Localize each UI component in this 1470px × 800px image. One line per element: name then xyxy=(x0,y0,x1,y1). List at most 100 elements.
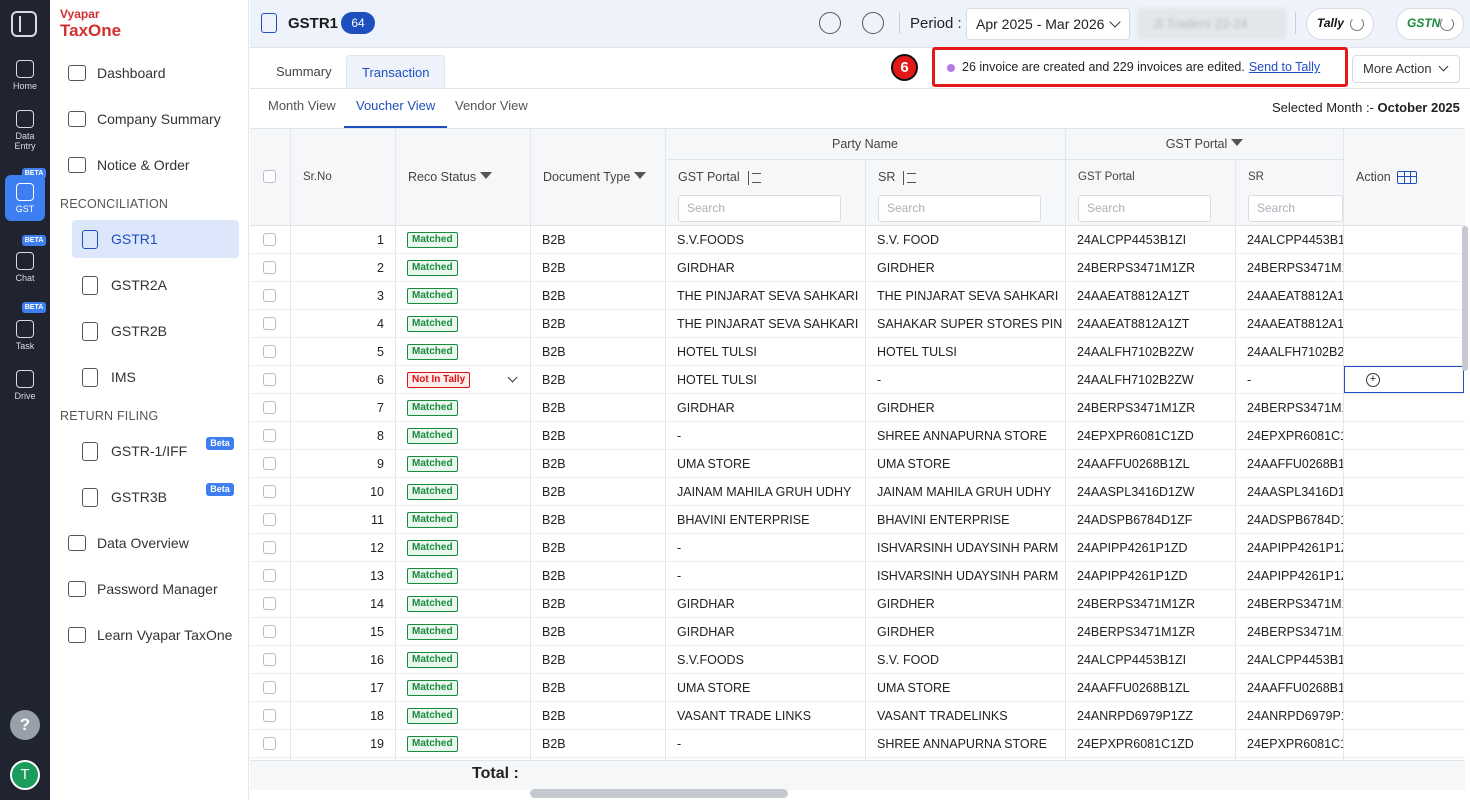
document-type-cell: B2B xyxy=(542,429,566,443)
party-portal-cell: GIRDHAR xyxy=(677,401,735,415)
add-icon[interactable]: + xyxy=(1366,373,1380,387)
sidebar-item-data-overview[interactable]: Data Overview xyxy=(68,532,189,554)
gstin-sr-cell: 24EPXPR6081C1ZD xyxy=(1247,737,1343,751)
sidebar-item-gstr2b[interactable]: GSTR2B xyxy=(72,312,239,350)
filter-icon[interactable] xyxy=(480,171,493,183)
table-row[interactable]: 4 Matched B2B THE PINJARAT SEVA SAHKARI SAHA… xyxy=(250,310,1465,338)
tab-voucher-view[interactable]: Voucher View xyxy=(344,98,448,128)
rail-data-entry[interactable]: Data Entry xyxy=(0,110,50,151)
row-checkbox[interactable] xyxy=(263,541,276,554)
sort-icon[interactable] xyxy=(747,170,761,185)
gstn-sync-button[interactable]: GSTN xyxy=(1396,8,1464,40)
row-checkbox[interactable] xyxy=(263,569,276,582)
row-checkbox[interactable] xyxy=(263,513,276,526)
table-row[interactable]: 14 Matched B2B GIRDHAR GIRDHER 24BERPS3471M1Z… xyxy=(250,590,1465,618)
row-checkbox[interactable] xyxy=(263,429,276,442)
rail-chat-beta-badge: BETA xyxy=(22,235,46,246)
logo-main: TaxOne xyxy=(60,21,122,40)
table-row[interactable]: 17 Matched B2B UMA STORE UMA STORE 24AAFFU026… xyxy=(250,674,1465,702)
row-checkbox[interactable] xyxy=(263,597,276,610)
table-row[interactable]: 1 Matched B2B S.V.FOODS S.V. FOOD 24ALCPP4453… xyxy=(250,226,1465,254)
sort-icon[interactable] xyxy=(903,170,917,185)
rail-task[interactable]: Task xyxy=(0,320,50,351)
row-checkbox[interactable] xyxy=(263,737,276,750)
sidebar-item-learn[interactable]: Learn Vyapar TaxOne xyxy=(68,624,232,646)
table-row[interactable]: 6 Not In Tally B2B HOTEL TULSI - 24AALFH7102B… xyxy=(250,366,1465,394)
rail-drive[interactable]: Drive xyxy=(0,370,50,401)
bell-icon[interactable] xyxy=(862,12,884,34)
sidebar-item-company-summary[interactable]: Company Summary xyxy=(68,108,221,130)
tab-vendor-view[interactable]: Vendor View xyxy=(443,98,540,128)
vertical-scrollbar[interactable] xyxy=(1462,226,1468,371)
row-checkbox[interactable] xyxy=(263,709,276,722)
row-checkbox[interactable] xyxy=(263,233,276,246)
table-row[interactable]: 15 Matched B2B GIRDHAR GIRDHER 24BERPS3471M1Z… xyxy=(250,618,1465,646)
row-checkbox[interactable] xyxy=(263,345,276,358)
table-row[interactable]: 18 Matched B2B VASANT TRADE LINKS VASANT TRA… xyxy=(250,702,1465,730)
sidebar-item-gstr1[interactable]: GSTR1 xyxy=(72,220,239,258)
filter-icon[interactable] xyxy=(634,171,647,183)
tally-sync-button[interactable]: Tally xyxy=(1306,8,1374,40)
gstin-sr-cell: - xyxy=(1247,373,1252,387)
party-sr-cell: ISHVARSINH UDAYSINH PARM xyxy=(877,541,1059,555)
table-row[interactable]: 2 Matched B2B GIRDHAR GIRDHER 24BERPS3471M1ZR… xyxy=(250,254,1465,282)
table-row[interactable]: 3 Matched B2B THE PINJARAT SEVA SAHKARI THE … xyxy=(250,282,1465,310)
party-sr-cell: BHAVINI ENTERPRISE xyxy=(877,513,1010,527)
table-row[interactable]: 5 Matched B2B HOTEL TULSI HOTEL TULSI 24AALFH… xyxy=(250,338,1465,366)
sidebar-item-ims[interactable]: IMS xyxy=(72,358,239,396)
tab-month-view[interactable]: Month View xyxy=(256,98,348,128)
more-action-button[interactable]: More Action xyxy=(1352,55,1460,83)
table-row[interactable]: 9 Matched B2B UMA STORE UMA STORE 24AAFFU0268… xyxy=(250,450,1465,478)
row-checkbox[interactable] xyxy=(263,317,276,330)
row-checkbox[interactable] xyxy=(263,485,276,498)
period-select[interactable]: Apr 2025 - Mar 2026 xyxy=(966,8,1130,40)
table-row[interactable]: 8 Matched B2B - SHREE ANNAPURNA STORE 24EPXPR… xyxy=(250,422,1465,450)
sidebar-item-notice-order[interactable]: Notice & Order xyxy=(68,154,190,176)
horizontal-scrollbar[interactable] xyxy=(530,789,788,798)
table-row[interactable]: 19 Matched B2B - SHREE ANNAPURNA STORE 24EPXP… xyxy=(250,730,1465,758)
document-type-cell: B2B xyxy=(542,625,566,639)
table-row[interactable]: 10 Matched B2B JAINAM MAHILA GRUH UDHY JAINA… xyxy=(250,478,1465,506)
tab-transaction[interactable]: Transaction xyxy=(346,55,446,89)
row-checkbox[interactable] xyxy=(263,401,276,414)
tab-summary[interactable]: Summary xyxy=(261,55,347,89)
row-checkbox[interactable] xyxy=(263,625,276,638)
collapse-sidebar-icon[interactable] xyxy=(11,11,37,37)
status-dot-icon xyxy=(947,63,955,72)
avatar[interactable]: T xyxy=(10,760,40,790)
sidebar-item-dashboard[interactable]: Dashboard xyxy=(68,62,166,84)
sr-no-cell: 14 xyxy=(370,597,384,611)
gstin-sr-search-input[interactable]: Search xyxy=(1248,195,1343,222)
row-checkbox[interactable] xyxy=(263,681,276,694)
list-icon xyxy=(68,111,86,127)
gstin-portal-search-input[interactable]: Search xyxy=(1078,195,1211,222)
column-settings-icon[interactable] xyxy=(1396,171,1417,185)
row-checkbox[interactable] xyxy=(263,261,276,274)
rail-chat[interactable]: Chat xyxy=(0,252,50,283)
row-checkbox[interactable] xyxy=(263,457,276,470)
chevron-down-icon[interactable] xyxy=(507,372,518,383)
sidebar-item-label: Notice & Order xyxy=(97,157,190,173)
table-row[interactable]: 11 Matched B2B BHAVINI ENTERPRISE BHAVINI EN… xyxy=(250,506,1465,534)
help-button[interactable]: ? xyxy=(10,710,40,740)
download-icon[interactable] xyxy=(819,12,841,34)
action-cell[interactable]: + xyxy=(1344,366,1464,393)
filter-icon[interactable] xyxy=(1231,138,1244,150)
company-select[interactable]: JI Traders 23-24 xyxy=(1137,8,1287,40)
row-checkbox[interactable] xyxy=(263,289,276,302)
rail-gst[interactable]: GST xyxy=(5,175,45,221)
table-row[interactable]: 7 Matched B2B GIRDHAR GIRDHER 24BERPS3471M1ZR… xyxy=(250,394,1465,422)
rail-home[interactable]: Home xyxy=(0,60,50,91)
send-to-tally-link[interactable]: Send to Tally xyxy=(1249,60,1320,74)
sidebar-item-password-manager[interactable]: Password Manager xyxy=(68,578,218,600)
table-row[interactable]: 16 Matched B2B S.V.FOODS S.V. FOOD 24ALCPP445… xyxy=(250,646,1465,674)
sidebar-item-gstr2a[interactable]: GSTR2A xyxy=(72,266,239,304)
row-checkbox[interactable] xyxy=(263,373,276,386)
table-row[interactable]: 12 Matched B2B - ISHVARSINH UDAYSINH PARM 24A… xyxy=(250,534,1465,562)
row-checkbox[interactable] xyxy=(263,653,276,666)
select-all-checkbox[interactable] xyxy=(263,170,276,183)
party-portal-search-input[interactable]: Search xyxy=(678,195,841,222)
file-3b-icon xyxy=(82,487,98,507)
party-sr-search-input[interactable]: Search xyxy=(878,195,1041,222)
table-row[interactable]: 13 Matched B2B - ISHVARSINH UDAYSINH PARM 24A… xyxy=(250,562,1465,590)
